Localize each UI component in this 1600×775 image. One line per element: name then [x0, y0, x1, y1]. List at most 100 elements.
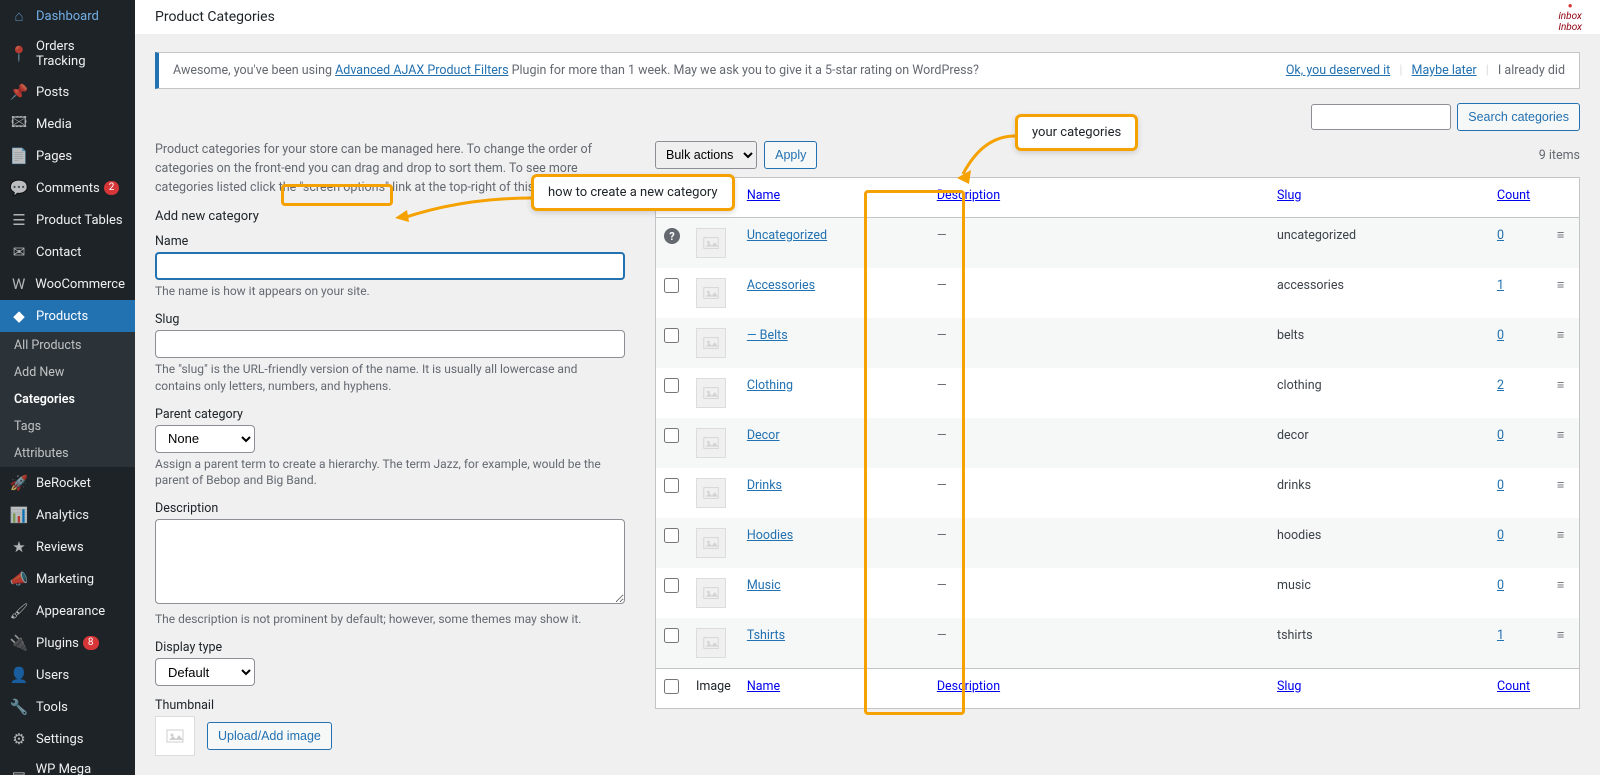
sidebar-item-analytics[interactable]: 📊Analytics [0, 499, 135, 531]
drag-handle-icon[interactable]: ≡ [1557, 428, 1564, 443]
tf-count[interactable]: Count [1497, 679, 1530, 694]
drag-handle-icon[interactable]: ≡ [1557, 378, 1564, 393]
upload-image-button[interactable]: Upload/Add image [207, 722, 332, 750]
drag-handle-icon[interactable]: ≡ [1557, 328, 1564, 343]
tf-slug[interactable]: Slug [1277, 679, 1301, 694]
notice-later-link[interactable]: Maybe later [1412, 63, 1477, 78]
sidebar-item-label: Products [36, 309, 88, 324]
parent-help: Assign a parent term to create a hierarc… [155, 456, 625, 490]
sidebar-item-plugins[interactable]: 🔌Plugins8 [0, 627, 135, 659]
search-button[interactable]: Search categories [1457, 103, 1580, 131]
count-link[interactable]: 0 [1497, 328, 1504, 343]
image-placeholder [696, 528, 726, 558]
submenu-tags[interactable]: Tags [0, 413, 135, 440]
category-name-link[interactable]: Tshirts [747, 628, 785, 643]
sidebar-item-dashboard[interactable]: ⌂Dashboard [0, 0, 135, 32]
description-cell: — [937, 478, 947, 493]
submenu-all-products[interactable]: All Products [0, 332, 135, 359]
count-link[interactable]: 0 [1497, 428, 1504, 443]
slug-cell: tshirts [1269, 618, 1489, 668]
submenu-add-new[interactable]: Add New [0, 359, 135, 386]
desc-label: Description [155, 501, 625, 516]
tf-name[interactable]: Name [747, 679, 780, 694]
table-row: ?Uncategorized—uncategorized0≡ [656, 218, 1579, 268]
count-link[interactable]: 2 [1497, 378, 1504, 393]
desc-textarea[interactable] [155, 519, 625, 604]
notice-did-text[interactable]: I already did [1498, 63, 1565, 78]
category-name-link[interactable]: Decor [747, 428, 780, 443]
drag-handle-icon[interactable]: ≡ [1557, 478, 1564, 493]
sidebar-item-pages[interactable]: 📄Pages [0, 140, 135, 172]
row-checkbox[interactable] [664, 528, 679, 543]
sidebar-item-contact[interactable]: ✉Contact [0, 236, 135, 268]
notice-ok-link[interactable]: Ok, you deserved it [1286, 63, 1390, 78]
sidebar-item-product-tables[interactable]: ☰Product Tables [0, 204, 135, 236]
select-all-checkbox-foot[interactable] [664, 679, 679, 694]
name-input[interactable] [155, 252, 625, 280]
count-link[interactable]: 1 [1497, 278, 1504, 293]
category-name-link[interactable]: Accessories [747, 278, 815, 293]
sidebar-item-posts[interactable]: 📌Posts [0, 76, 135, 108]
sidebar-item-tools[interactable]: 🔧Tools [0, 691, 135, 723]
sidebar-item-orders-tracking[interactable]: 📍Orders Tracking [0, 32, 135, 76]
sidebar-item-comments[interactable]: 💬Comments2 [0, 172, 135, 204]
count-link[interactable]: 0 [1497, 228, 1504, 243]
sidebar-item-berocket[interactable]: 🚀BeRocket [0, 467, 135, 499]
count-link[interactable]: 0 [1497, 528, 1504, 543]
sidebar-item-label: Reviews [36, 540, 84, 555]
drag-handle-icon[interactable]: ≡ [1557, 278, 1564, 293]
drag-handle-icon[interactable]: ≡ [1557, 228, 1564, 243]
th-name[interactable]: Name [747, 188, 780, 203]
sidebar-item-products[interactable]: ◆Products [0, 300, 135, 332]
admin-sidebar: ⌂Dashboard📍Orders Tracking📌Posts🖾Media📄P… [0, 0, 135, 775]
parent-select[interactable]: None [155, 425, 255, 453]
category-name-link[interactable]: — Belts [747, 328, 788, 343]
row-checkbox[interactable] [664, 278, 679, 293]
drag-handle-icon[interactable]: ≡ [1557, 528, 1564, 543]
row-checkbox[interactable] [664, 428, 679, 443]
category-name-link[interactable]: Music [747, 578, 781, 593]
search-input[interactable] [1311, 104, 1451, 130]
inbox-indicator[interactable]: ● inbox Inbox [1558, 2, 1582, 33]
sidebar-item-wp-mega-menu[interactable]: ▤WP Mega Menu [0, 755, 135, 775]
sidebar-item-marketing[interactable]: 📣Marketing [0, 563, 135, 595]
sidebar-item-settings[interactable]: ⚙Settings [0, 723, 135, 755]
th-slug[interactable]: Slug [1277, 188, 1301, 203]
slug-input[interactable] [155, 330, 625, 358]
sidebar-item-reviews[interactable]: ★Reviews [0, 531, 135, 563]
count-link[interactable]: 0 [1497, 578, 1504, 593]
category-name-link[interactable]: Clothing [747, 378, 793, 393]
sidebar-icon: 💬 [10, 179, 28, 197]
bulk-actions-select[interactable]: Bulk actions [655, 141, 757, 169]
row-checkbox[interactable] [664, 478, 679, 493]
display-select[interactable]: Default [155, 658, 255, 686]
desc-help: The description is not prominent by defa… [155, 611, 625, 628]
sidebar-item-appearance[interactable]: 🖌Appearance [0, 595, 135, 627]
category-name-link[interactable]: Uncategorized [747, 228, 827, 243]
tf-desc[interactable]: Description [937, 679, 1000, 694]
table-row: Accessories—accessories1≡ [656, 268, 1579, 318]
th-desc[interactable]: Description [937, 188, 1000, 203]
row-checkbox[interactable] [664, 328, 679, 343]
submenu-categories[interactable]: Categories [0, 386, 135, 413]
th-count[interactable]: Count [1497, 188, 1530, 203]
count-link[interactable]: 1 [1497, 628, 1504, 643]
table-row: Music—music0≡ [656, 568, 1579, 618]
row-checkbox[interactable] [664, 628, 679, 643]
sidebar-item-users[interactable]: 👤Users [0, 659, 135, 691]
category-name-link[interactable]: Drinks [747, 478, 782, 493]
count-link[interactable]: 0 [1497, 478, 1504, 493]
row-checkbox[interactable] [664, 578, 679, 593]
thumb-label: Thumbnail [155, 698, 625, 713]
help-icon[interactable]: ? [664, 228, 680, 244]
category-name-link[interactable]: Hoodies [747, 528, 793, 543]
drag-handle-icon[interactable]: ≡ [1557, 578, 1564, 593]
row-checkbox[interactable] [664, 378, 679, 393]
description-cell: — [937, 228, 947, 243]
submenu-attributes[interactable]: Attributes [0, 440, 135, 467]
sidebar-item-woocommerce[interactable]: WWooCommerce [0, 268, 135, 300]
bulk-apply-button[interactable]: Apply [764, 141, 817, 169]
drag-handle-icon[interactable]: ≡ [1557, 628, 1564, 643]
notice-plugin-link[interactable]: Advanced AJAX Product Filters [335, 63, 508, 78]
sidebar-item-media[interactable]: 🖾Media [0, 108, 135, 140]
